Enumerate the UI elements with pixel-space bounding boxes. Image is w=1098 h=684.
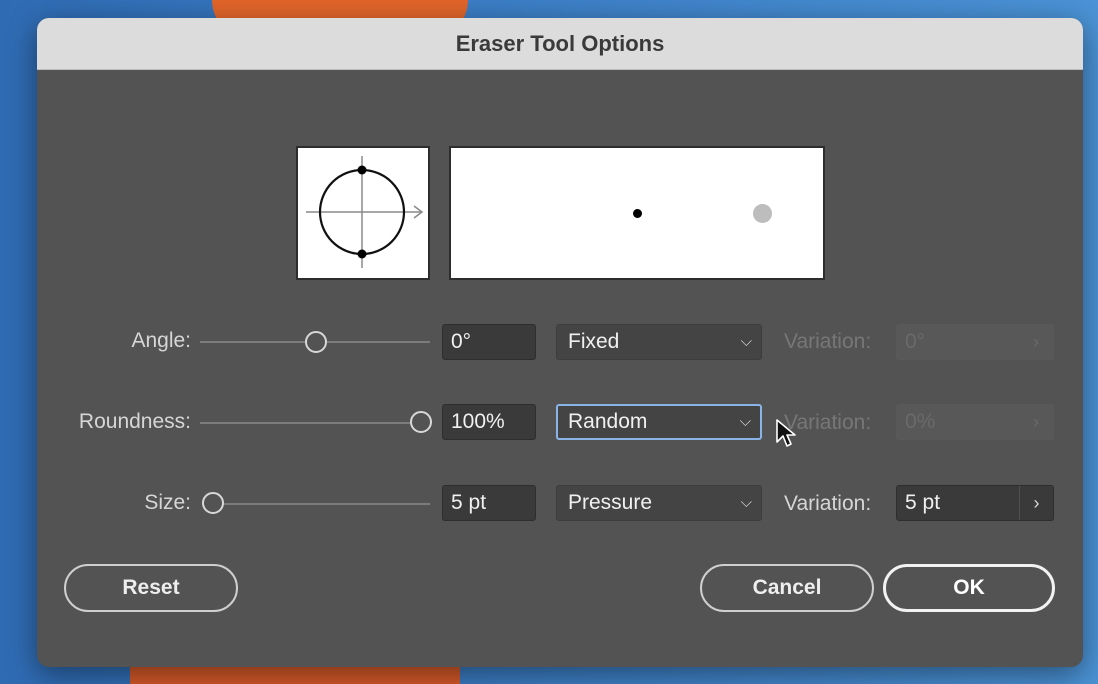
angle-slider-thumb[interactable] bbox=[305, 331, 327, 353]
angle-mode-select[interactable]: Fixed ⌵ bbox=[556, 324, 762, 360]
angle-variation-input: 0° › bbox=[896, 324, 1054, 360]
mouse-pointer-icon bbox=[776, 419, 796, 447]
ok-button[interactable]: OK bbox=[883, 564, 1055, 612]
size-variation-label: Variation: bbox=[784, 492, 872, 515]
chevron-down-icon: ⌵ bbox=[740, 494, 752, 511]
roundness-variation-value: 0% bbox=[905, 410, 936, 433]
chevron-right-icon[interactable]: › bbox=[1019, 486, 1053, 520]
roundness-slider-track[interactable] bbox=[200, 422, 418, 424]
roundness-variation-input: 0% › bbox=[896, 404, 1054, 440]
size-input[interactable]: 5 pt bbox=[442, 485, 536, 521]
size-slider-track[interactable] bbox=[223, 503, 430, 505]
brush-size-dot bbox=[633, 209, 642, 218]
dialog-titlebar[interactable]: Eraser Tool Options bbox=[37, 18, 1083, 70]
chevron-right-icon: › bbox=[1033, 412, 1039, 432]
wallpaper-shape-bottom bbox=[130, 664, 460, 684]
size-label: Size: bbox=[144, 491, 191, 514]
angle-label: Angle: bbox=[131, 329, 191, 352]
angle-variation-label: Variation: bbox=[784, 330, 872, 353]
angle-input[interactable]: 0° bbox=[442, 324, 536, 360]
angle-variation-value: 0° bbox=[905, 330, 926, 353]
size-mode-value: Pressure bbox=[568, 491, 653, 514]
size-variation-input[interactable]: 5 pt › bbox=[896, 485, 1054, 521]
reset-button[interactable]: Reset bbox=[64, 564, 238, 612]
size-mode-select[interactable]: Pressure ⌵ bbox=[556, 485, 762, 521]
roundness-label: Roundness: bbox=[78, 410, 191, 433]
chevron-right-icon: › bbox=[1033, 332, 1039, 352]
size-variation-value: 5 pt bbox=[905, 491, 941, 514]
chevron-down-icon: ⌵ bbox=[739, 413, 751, 430]
roundness-mode-select[interactable]: Random ⌵ bbox=[556, 404, 762, 440]
cancel-button[interactable]: Cancel bbox=[700, 564, 874, 612]
brush-size-preview bbox=[449, 146, 825, 280]
size-slider-thumb[interactable] bbox=[202, 492, 224, 514]
brush-shape-icon bbox=[306, 156, 424, 268]
chevron-down-icon: ⌵ bbox=[740, 333, 752, 350]
roundness-mode-value: Random bbox=[568, 410, 648, 433]
brush-variation-dot bbox=[753, 204, 772, 223]
roundness-input[interactable]: 100% bbox=[442, 404, 536, 440]
dialog-title: Eraser Tool Options bbox=[455, 30, 665, 56]
brush-shape-preview[interactable] bbox=[296, 146, 430, 280]
angle-mode-value: Fixed bbox=[568, 330, 620, 353]
roundness-slider-thumb[interactable] bbox=[410, 411, 432, 433]
eraser-tool-options-dialog: Eraser Tool Options Angle: 0° Fixed ⌵ Va… bbox=[37, 18, 1083, 667]
